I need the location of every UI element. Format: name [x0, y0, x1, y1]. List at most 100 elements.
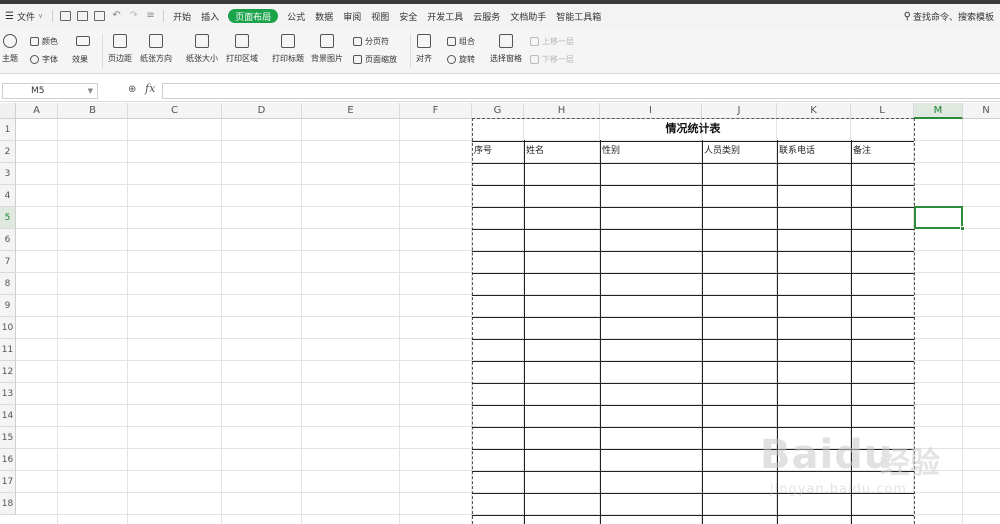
- tab-home[interactable]: 开始: [168, 4, 196, 28]
- row-header-8[interactable]: 8: [0, 273, 16, 295]
- fill-handle[interactable]: [960, 226, 965, 231]
- header-cell-category[interactable]: 人员类别: [702, 141, 777, 162]
- send-backward-button[interactable]: 下移一层: [530, 52, 574, 66]
- print-titles-button[interactable]: 打印标题: [272, 28, 304, 64]
- table-title[interactable]: 情况统计表: [472, 118, 914, 140]
- align-button[interactable]: 对齐: [416, 28, 432, 64]
- tab-label: 页面布局: [235, 12, 272, 23]
- tab-label: 安全: [399, 12, 418, 23]
- file-menu[interactable]: ☰ 文件 ∨: [0, 4, 48, 28]
- column-header-A[interactable]: A: [16, 103, 58, 119]
- paper-size-button[interactable]: 纸张大小: [186, 28, 218, 64]
- page-zoom-button[interactable]: 页面缩放: [353, 52, 397, 66]
- header-cell-name[interactable]: 姓名: [524, 141, 600, 162]
- tab-label: 数据: [315, 12, 334, 23]
- row-header-7[interactable]: 7: [0, 251, 16, 273]
- header-cell-phone[interactable]: 联系电话: [777, 141, 851, 162]
- page-break-button[interactable]: 分页符: [353, 34, 389, 48]
- margins-label: 页边距: [108, 54, 132, 63]
- column-header-B[interactable]: B: [58, 103, 128, 119]
- background-image-button[interactable]: 背景图片: [311, 28, 343, 64]
- tab-view[interactable]: 视图: [366, 4, 394, 28]
- tab-data[interactable]: 数据: [310, 4, 338, 28]
- row-header-11[interactable]: 11: [0, 339, 16, 361]
- row-header-9[interactable]: 9: [0, 295, 16, 317]
- column-header-K[interactable]: K: [777, 103, 851, 119]
- column-header-H[interactable]: H: [524, 103, 600, 119]
- tab-smart-toolbox[interactable]: 智能工具箱: [551, 4, 606, 28]
- column-header-G[interactable]: G: [472, 103, 524, 119]
- column-header-M[interactable]: M: [914, 103, 963, 119]
- row-header-4[interactable]: 4: [0, 185, 16, 207]
- column-header-I[interactable]: I: [600, 103, 702, 119]
- margins-button[interactable]: 页边距: [108, 28, 132, 64]
- selected-cell[interactable]: [914, 206, 963, 229]
- tab-doc-assistant[interactable]: 文档助手: [505, 4, 551, 28]
- selection-pane-button[interactable]: 选择窗格: [490, 28, 522, 64]
- function-icon[interactable]: fx: [145, 82, 155, 95]
- row-header-18[interactable]: 18: [0, 493, 16, 515]
- theme-button[interactable]: 主题: [2, 28, 18, 64]
- tab-insert[interactable]: 插入: [196, 4, 224, 28]
- spreadsheet-grid[interactable]: ABCDEFGHIJKLMN 1 2 3 4 5 6 7 8 9 10 11 12 13 14 15 16 17…: [0, 103, 1000, 524]
- fonts-button[interactable]: 字体: [30, 52, 58, 66]
- column-header-F[interactable]: F: [400, 103, 472, 119]
- bring-forward-button[interactable]: 上移一层: [530, 34, 574, 48]
- row-header-3[interactable]: 3: [0, 163, 16, 185]
- row-header-12[interactable]: 12: [0, 361, 16, 383]
- row-header-10[interactable]: 10: [0, 317, 16, 339]
- select-all-corner[interactable]: [0, 103, 16, 119]
- command-search[interactable]: ⚲ 查找命令、搜索模板: [899, 4, 1000, 28]
- column-header-N[interactable]: N: [963, 103, 1000, 119]
- hamburger-icon: ☰: [5, 10, 14, 22]
- row-header-5[interactable]: 5: [0, 207, 16, 229]
- save-icon[interactable]: [60, 11, 72, 21]
- column-header-C[interactable]: C: [128, 103, 222, 119]
- grid-vline: [399, 119, 400, 524]
- image-icon: [320, 34, 334, 48]
- header-cell-gender[interactable]: 性别: [600, 141, 702, 162]
- table-hline: [472, 383, 914, 384]
- column-header-L[interactable]: L: [851, 103, 914, 119]
- customize-toolbar-icon[interactable]: ≡: [145, 11, 156, 21]
- tab-review[interactable]: 审阅: [338, 4, 366, 28]
- row-header-1[interactable]: 1: [0, 119, 16, 141]
- table-hline: [472, 251, 914, 252]
- formula-bar: M5 ▼ ⊕ fx: [0, 80, 1000, 102]
- row-header-15[interactable]: 15: [0, 427, 16, 449]
- print-preview-icon[interactable]: [94, 11, 106, 21]
- redo-icon[interactable]: ↷: [128, 11, 139, 21]
- row-header-14[interactable]: 14: [0, 405, 16, 427]
- rotate-button[interactable]: 旋转: [447, 52, 475, 66]
- group-button[interactable]: 组合: [447, 34, 475, 48]
- tab-page-layout[interactable]: 页面布局: [228, 9, 279, 23]
- tab-security[interactable]: 安全: [394, 4, 422, 28]
- fonts-label: 字体: [42, 54, 58, 64]
- effects-button[interactable]: 效果: [72, 52, 88, 66]
- row-header-17[interactable]: 17: [0, 471, 16, 493]
- column-header-D[interactable]: D: [222, 103, 302, 119]
- name-box[interactable]: M5 ▼: [2, 83, 98, 99]
- formula-input[interactable]: [162, 83, 1000, 99]
- font-icon: [30, 54, 39, 64]
- column-header-J[interactable]: J: [702, 103, 777, 119]
- table-hline: [472, 163, 914, 164]
- tab-developer[interactable]: 开发工具: [422, 4, 468, 28]
- orientation-button[interactable]: 纸张方向: [140, 28, 172, 64]
- row-header-13[interactable]: 13: [0, 383, 16, 405]
- row-header-16[interactable]: 16: [0, 449, 16, 471]
- row-header-2[interactable]: 2: [0, 141, 16, 163]
- column-header-E[interactable]: E: [302, 103, 400, 119]
- tab-formulas[interactable]: 公式: [282, 4, 310, 28]
- print-area-button[interactable]: 打印区域: [226, 28, 258, 64]
- undo-icon[interactable]: ↶: [111, 11, 122, 21]
- effects-icon[interactable]: [76, 34, 93, 48]
- tab-label: 开发工具: [427, 12, 464, 23]
- zoom-icon[interactable]: ⊕: [128, 84, 136, 95]
- print-icon[interactable]: [77, 11, 89, 21]
- header-cell-index[interactable]: 序号: [472, 141, 524, 162]
- tab-cloud[interactable]: 云服务: [468, 4, 505, 28]
- row-header-6[interactable]: 6: [0, 229, 16, 251]
- header-cell-notes[interactable]: 备注: [851, 141, 914, 162]
- colors-button[interactable]: 颜色: [30, 34, 58, 48]
